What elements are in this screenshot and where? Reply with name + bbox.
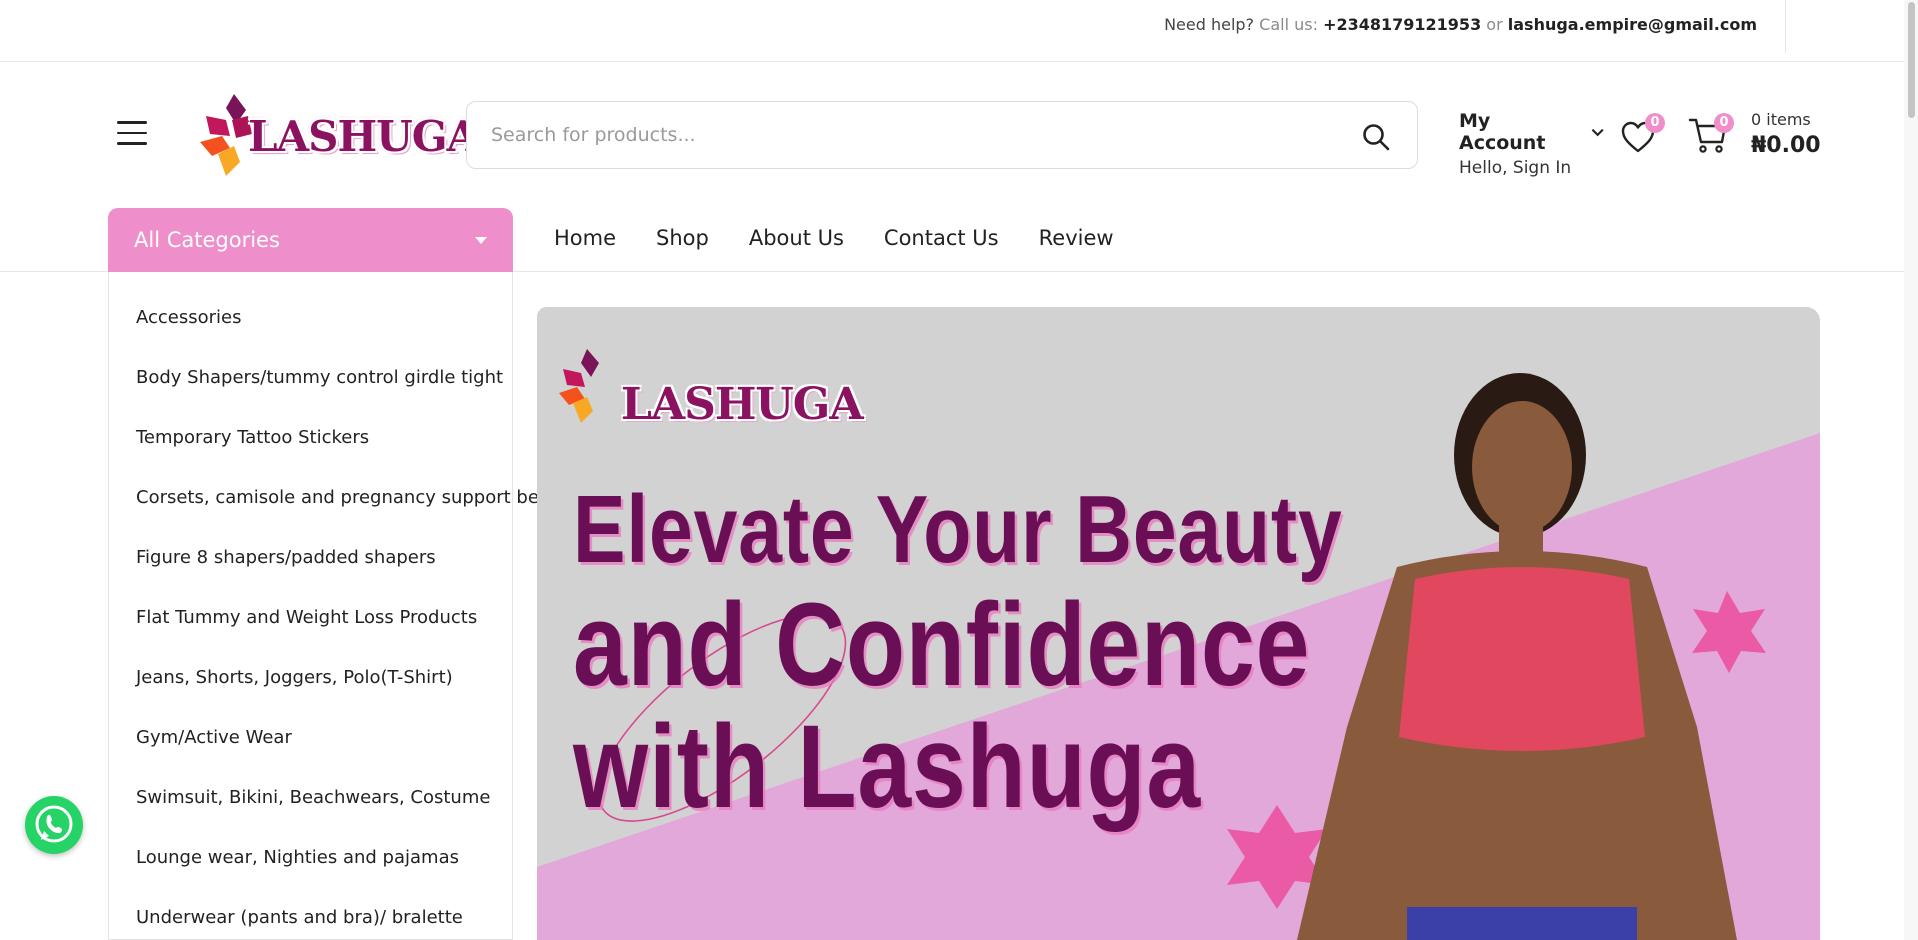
wishlist-count-badge: 0: [1645, 113, 1665, 133]
logo-text: LASHUGA: [248, 112, 479, 161]
help-contact: Need help? Call us: +2348179121953 or la…: [1164, 15, 1757, 34]
cart-button[interactable]: 0: [1688, 113, 1734, 156]
chevron-down-icon: [1591, 128, 1604, 136]
cart-total: ₦0.00: [1751, 133, 1821, 158]
hero-logo-flower-icon: [559, 349, 599, 423]
page-scrollbar[interactable]: [1904, 0, 1918, 940]
category-item[interactable]: Underwear (pants and bra)/ bralette: [109, 907, 512, 940]
whatsapp-button[interactable]: [25, 796, 83, 854]
cart-summary[interactable]: 0 items ₦0.00: [1751, 110, 1821, 158]
account-title: My Account: [1459, 110, 1546, 154]
top-bar: Need help? Call us: +2348179121953 or la…: [0, 0, 1918, 62]
all-categories-label: All Categories: [134, 228, 280, 252]
hero-headline-line2: and Confidence: [573, 579, 1311, 711]
or-label: or: [1486, 15, 1503, 34]
topbar-divider: [1785, 0, 1786, 53]
category-item[interactable]: Accessories: [109, 307, 512, 367]
hero-headline-line1: Elevate Your Beauty: [573, 476, 1343, 583]
category-item[interactable]: Figure 8 shapers/padded shapers: [109, 547, 512, 607]
site-logo[interactable]: LASHUGA: [196, 90, 479, 182]
search-icon[interactable]: [1361, 122, 1391, 152]
nav-link-contact-us[interactable]: Contact Us: [884, 226, 999, 250]
category-item[interactable]: Gym/Active Wear: [109, 727, 512, 787]
scrollbar-thumb[interactable]: [1908, 2, 1915, 118]
phone-link[interactable]: +2348179121953: [1323, 15, 1481, 34]
call-label: Call us:: [1259, 15, 1318, 34]
nav-link-home[interactable]: Home: [554, 226, 616, 250]
category-item[interactable]: Flat Tummy and Weight Loss Products: [109, 607, 512, 667]
category-item[interactable]: Lounge wear, Nighties and pajamas: [109, 847, 512, 907]
account-signin-text: Hello, Sign In: [1459, 158, 1572, 178]
search-input[interactable]: [491, 120, 1311, 150]
main-nav: Home Shop About Us Contact Us Review: [554, 226, 1114, 250]
email-link[interactable]: lashuga.empire@gmail.com: [1508, 15, 1757, 34]
nav-link-review[interactable]: Review: [1039, 226, 1114, 250]
category-item[interactable]: Swimsuit, Bikini, Beachwears, Costume: [109, 787, 512, 847]
wishlist-button[interactable]: 0: [1620, 113, 1665, 154]
nav-link-shop[interactable]: Shop: [656, 226, 709, 250]
category-item[interactable]: Body Shapers/tummy control girdle tight: [109, 367, 512, 427]
cart-items-count: 0 items: [1751, 110, 1811, 129]
my-account-menu[interactable]: My Account Hello, Sign In: [1459, 110, 1604, 178]
search-bar: [466, 101, 1418, 169]
hero-banner[interactable]: LASHUGA Elevate Your Beauty and Confiden…: [537, 307, 1820, 940]
nav-link-about-us[interactable]: About Us: [749, 226, 844, 250]
category-list: Accessories Body Shapers/tummy control g…: [108, 272, 551, 940]
cart-count-badge: 0: [1714, 113, 1734, 133]
hero-headline-line3: with Lashuga: [573, 701, 1202, 833]
all-categories-button[interactable]: All Categories: [108, 208, 513, 272]
help-prefix: Need help?: [1164, 15, 1255, 34]
whatsapp-icon: [35, 805, 73, 843]
caret-down-icon: [475, 237, 487, 244]
menu-icon[interactable]: [117, 121, 149, 147]
category-item[interactable]: Corsets, camisole and pregnancy support …: [109, 487, 551, 547]
category-item[interactable]: Temporary Tattoo Stickers: [109, 427, 512, 487]
category-item[interactable]: Jeans, Shorts, Joggers, Polo(T-Shirt): [109, 667, 512, 727]
hero-logo-text: LASHUGA: [621, 379, 864, 430]
